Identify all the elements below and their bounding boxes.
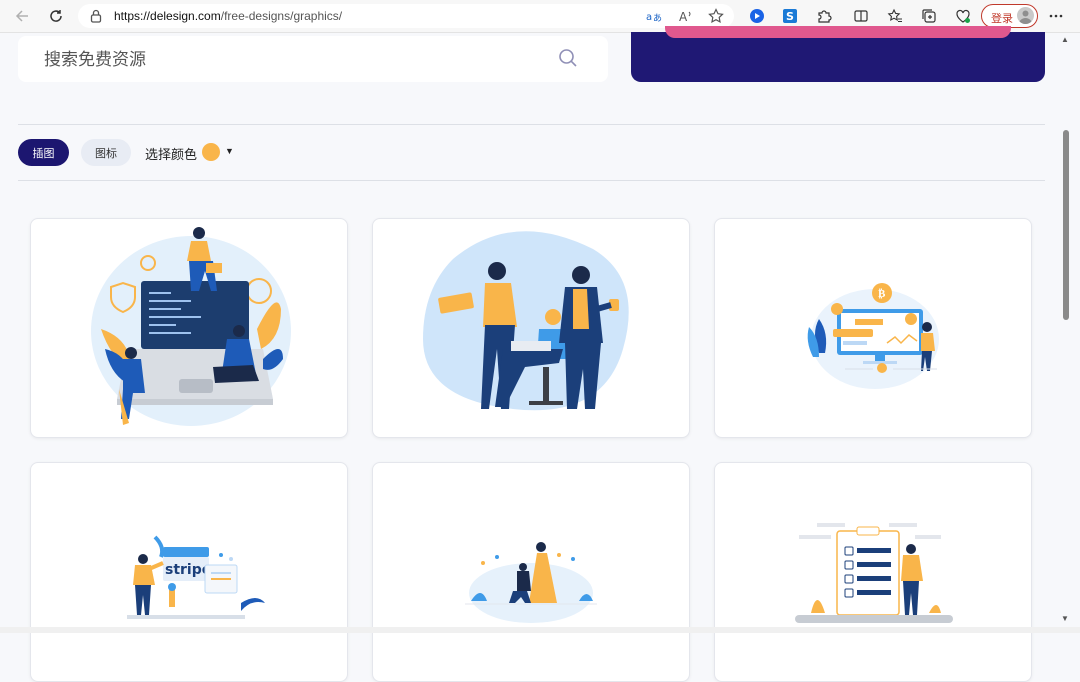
refresh-icon[interactable] [44, 4, 68, 28]
graphic-card[interactable]: stripe [30, 462, 348, 682]
bottom-edge [0, 627, 1080, 633]
color-filter-label[interactable]: 选择颜色 [145, 144, 197, 163]
svg-text:S: S [786, 10, 794, 23]
search-bar [18, 36, 608, 82]
scroll-down-icon[interactable]: ▼ [1061, 614, 1069, 623]
svg-text:₿: ₿ [878, 287, 886, 300]
collections-icon[interactable] [917, 4, 941, 28]
split-screen-icon[interactable] [849, 4, 873, 28]
search-input[interactable] [42, 47, 526, 73]
more-menu-icon[interactable] [1044, 4, 1068, 28]
color-swatch[interactable] [202, 143, 220, 161]
divider [18, 180, 1045, 181]
extensions-puzzle-icon[interactable] [812, 4, 836, 28]
graphic-card[interactable]: ₿ [714, 218, 1032, 438]
graphic-card[interactable] [372, 218, 690, 438]
proposal-couple-illustration-icon [465, 542, 597, 623]
office-teamwork-illustration-icon [423, 231, 629, 411]
address-bar[interactable]: https://delesign.com/free-designs/graphi… [78, 4, 734, 28]
checklist-clipboard-illustration-icon [795, 523, 953, 623]
laptop-team-illustration-icon [91, 227, 291, 426]
login-label: 登录 [991, 13, 1013, 25]
extension-s-icon[interactable]: S [778, 4, 802, 28]
graphic-card[interactable] [30, 218, 348, 438]
avatar [1017, 7, 1034, 24]
chevron-down-icon[interactable]: ▼ [225, 146, 234, 156]
search-icon[interactable] [558, 48, 578, 73]
extension-play-icon[interactable] [745, 4, 769, 28]
graphic-card[interactable] [714, 462, 1032, 682]
svg-text:あ: あ [653, 13, 662, 24]
url-text: https://delesign.com/free-designs/graphi… [114, 9, 343, 23]
graphic-card[interactable] [372, 462, 690, 682]
svg-text:stripe: stripe [165, 562, 211, 578]
promo-banner-button[interactable] [665, 26, 1011, 38]
scrollbar[interactable] [1060, 33, 1080, 628]
svg-text:a: a [646, 12, 652, 23]
scroll-up-icon[interactable]: ▲ [1061, 35, 1069, 44]
stripe-payment-illustration-icon: stripe [127, 535, 265, 619]
tab-icons[interactable]: 图标 [81, 139, 131, 166]
login-button[interactable]: 登录 [981, 4, 1038, 28]
tab-illustrations[interactable]: 插图 [18, 139, 69, 166]
promo-banner[interactable] [631, 26, 1045, 82]
scrollbar-thumb[interactable] [1063, 130, 1069, 320]
lock-icon[interactable] [90, 9, 102, 28]
svg-text:A: A [679, 10, 688, 24]
translate-icon[interactable]: aあ [646, 8, 662, 29]
back-arrow-icon[interactable] [10, 4, 34, 28]
bitcoin-dashboard-illustration-icon: ₿ [807, 283, 939, 389]
divider [18, 124, 1045, 125]
favorites-icon[interactable] [883, 4, 907, 28]
browser-essentials-icon[interactable] [951, 4, 975, 28]
